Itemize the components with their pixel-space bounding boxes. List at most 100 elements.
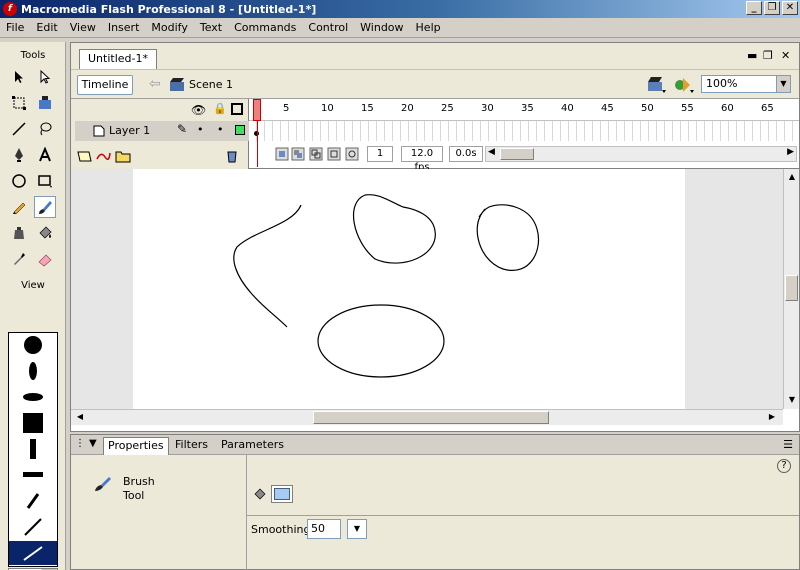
playhead[interactable] [253, 99, 261, 121]
line-tool-icon[interactable] [8, 118, 30, 140]
brush-stroke-curve[interactable] [233, 204, 302, 328]
tab-properties[interactable]: Properties [103, 437, 169, 455]
menu-view[interactable]: View [64, 19, 102, 37]
stage-hscroll-thumb[interactable] [313, 411, 549, 424]
scroll-left-arrow-icon[interactable]: ◀ [488, 147, 495, 157]
brush-shape-diagonal-thin-icon[interactable] [9, 515, 57, 539]
text-tool-icon[interactable] [34, 144, 56, 166]
panel-options-icon[interactable]: ☰ [783, 438, 793, 451]
document-window: Untitled-1* ▬ ❐ ✕ Timeline ⇦ Scene 1 100… [70, 42, 800, 432]
doc-close-icon[interactable]: ✕ [781, 49, 790, 62]
insert-folder-icon[interactable] [115, 149, 131, 163]
panel-collapse-arrow-icon[interactable]: ▼ [89, 438, 97, 449]
pen-tool-icon[interactable] [8, 144, 30, 166]
menu-insert[interactable]: Insert [102, 19, 146, 37]
timeline-hscroll[interactable]: ◀ ▶ [485, 146, 797, 162]
pencil-tool-icon[interactable] [8, 196, 30, 218]
close-button[interactable]: ✕ [782, 1, 798, 15]
stage[interactable] [133, 169, 685, 409]
menu-file[interactable]: File [0, 19, 30, 37]
menu-window[interactable]: Window [354, 19, 409, 37]
eraser-tool-icon[interactable] [34, 248, 56, 270]
menu-edit[interactable]: Edit [30, 19, 63, 37]
properties-divider [246, 455, 247, 570]
layer-row[interactable]: Layer 1 ✎ • • [75, 121, 249, 141]
tab-filters[interactable]: Filters [175, 438, 208, 451]
oval-tool-icon[interactable] [8, 170, 30, 192]
ink-bottle-tool-icon[interactable] [8, 222, 30, 244]
lasso-tool-icon[interactable] [34, 118, 56, 140]
tools-header: Tools [20, 50, 46, 61]
gradient-transform-tool-icon[interactable] [34, 92, 56, 114]
smoothing-input[interactable]: 50 [307, 519, 341, 539]
stage-scroll-left-arrow-icon[interactable]: ◀ [73, 410, 87, 424]
brush-stroke-ellipse[interactable] [317, 304, 445, 378]
brush-shape-diagonal-right-icon[interactable] [9, 489, 57, 513]
layer-outline-color-icon[interactable] [235, 125, 245, 135]
scroll-up-arrow-icon[interactable]: ▲ [785, 170, 799, 184]
restore-button[interactable]: ❐ [764, 1, 780, 15]
minimize-button[interactable]: _ [746, 1, 762, 15]
stage-hscroll[interactable]: ◀ ▶ [71, 409, 783, 425]
brush-shape-wide-rect-icon[interactable] [9, 463, 57, 487]
brush-shape-large-circle-icon[interactable] [9, 333, 57, 357]
brush-stroke-blob[interactable] [352, 194, 436, 264]
menu-help[interactable]: Help [410, 19, 447, 37]
frame-rate[interactable]: 12.0 fps [401, 146, 443, 173]
eye-icon[interactable]: 👁 [191, 103, 206, 117]
layer-name[interactable]: Layer 1 [109, 124, 150, 137]
rectangle-tool-icon[interactable] [34, 170, 56, 192]
delete-layer-icon[interactable] [225, 149, 239, 163]
doc-restore-icon[interactable]: ❐ [763, 49, 773, 62]
center-frame-icon[interactable] [275, 147, 289, 161]
scroll-down-arrow-icon[interactable]: ▼ [785, 393, 799, 407]
timeline-button[interactable]: Timeline [77, 75, 133, 95]
edit-symbols-icon[interactable] [673, 75, 695, 95]
lock-icon[interactable]: 🔒 [213, 102, 227, 115]
smoothing-dropdown-arrow-icon[interactable]: ▼ [347, 519, 367, 539]
onion-skin-outlines-icon[interactable] [309, 147, 323, 161]
scroll-right-arrow-icon[interactable]: ▶ [787, 147, 794, 157]
brush-shape-tall-rect-icon[interactable] [9, 437, 57, 461]
zoom-dropdown[interactable]: 100% ▼ [701, 75, 791, 93]
frame-cells[interactable] [249, 121, 799, 141]
timeline-scroll-thumb[interactable] [500, 148, 534, 160]
subselection-tool-icon[interactable] [34, 66, 56, 88]
back-arrow-icon[interactable]: ⇦ [149, 76, 161, 92]
tab-parameters[interactable]: Parameters [221, 438, 284, 451]
stage-scroll-right-arrow-icon[interactable]: ▶ [765, 410, 779, 424]
onion-skin-icon[interactable] [291, 147, 305, 161]
document-tab[interactable]: Untitled-1* [79, 49, 157, 69]
stage-vscroll[interactable]: ▲ ▼ [783, 169, 799, 409]
layer-lock-dot-icon[interactable]: • [217, 123, 224, 136]
selection-tool-icon[interactable] [8, 66, 30, 88]
menu-modify[interactable]: Modify [145, 19, 193, 37]
brush-shape-diagonal-selected-icon[interactable] [9, 541, 57, 565]
brush-shape-tall-ellipse-icon[interactable] [9, 359, 57, 383]
eyedropper-tool-icon[interactable] [8, 248, 30, 270]
modify-onion-markers-icon[interactable] [345, 147, 359, 161]
layer-visible-dot-icon[interactable]: • [197, 123, 204, 136]
outline-icon[interactable] [231, 103, 243, 115]
doc-minimize-icon[interactable]: ▬ [747, 49, 757, 62]
panel-grip-icon[interactable]: ⋮ [75, 438, 85, 449]
edit-multiple-frames-icon[interactable] [327, 147, 341, 161]
zoom-dropdown-arrow-icon[interactable]: ▼ [776, 76, 790, 92]
brush-shape-square-icon[interactable] [9, 411, 57, 435]
insert-layer-icon[interactable] [77, 149, 93, 163]
brush-stroke-circle[interactable] [476, 204, 539, 271]
brush-tool-icon[interactable] [34, 196, 56, 218]
current-frame: 1 [367, 146, 393, 162]
help-icon[interactable]: ? [777, 459, 791, 473]
menu-text[interactable]: Text [194, 19, 228, 37]
paint-bucket-tool-icon[interactable] [34, 222, 56, 244]
frame-ruler[interactable]: 1 5 10 15 20 25 30 35 40 45 50 55 60 65 [249, 99, 799, 121]
stage-vscroll-thumb[interactable] [785, 275, 798, 301]
menu-control[interactable]: Control [302, 19, 354, 37]
fill-color-swatch[interactable] [271, 485, 293, 503]
menu-commands[interactable]: Commands [228, 19, 302, 37]
add-motion-guide-icon[interactable] [95, 149, 111, 163]
brush-shape-wide-ellipse-icon[interactable] [9, 385, 57, 409]
edit-scene-icon[interactable] [647, 76, 667, 94]
free-transform-tool-icon[interactable] [8, 92, 30, 114]
